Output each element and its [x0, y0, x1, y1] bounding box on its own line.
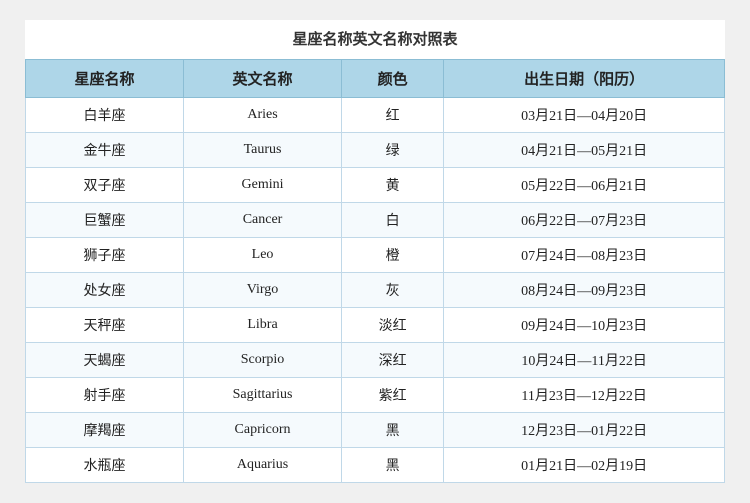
- cell-chinese-name: 巨蟹座: [26, 203, 184, 238]
- cell-english-name: Virgo: [184, 273, 342, 308]
- cell-color: 黄: [342, 168, 444, 203]
- col-header-date: 出生日期（阳历）: [444, 60, 725, 98]
- cell-color: 橙: [342, 238, 444, 273]
- cell-chinese-name: 水瓶座: [26, 448, 184, 483]
- table-row: 白羊座Aries红03月21日—04月20日: [26, 98, 725, 133]
- col-header-english: 英文名称: [184, 60, 342, 98]
- cell-date: 07月24日—08月23日: [444, 238, 725, 273]
- cell-english-name: Libra: [184, 308, 342, 343]
- cell-english-name: Gemini: [184, 168, 342, 203]
- page-title: 星座名称英文名称对照表: [25, 20, 725, 59]
- cell-date: 06月22日—07月23日: [444, 203, 725, 238]
- cell-date: 11月23日—12月22日: [444, 378, 725, 413]
- cell-chinese-name: 双子座: [26, 168, 184, 203]
- table-row: 水瓶座Aquarius黑01月21日—02月19日: [26, 448, 725, 483]
- table-row: 处女座Virgo灰08月24日—09月23日: [26, 273, 725, 308]
- cell-english-name: Leo: [184, 238, 342, 273]
- cell-date: 03月21日—04月20日: [444, 98, 725, 133]
- cell-date: 12月23日—01月22日: [444, 413, 725, 448]
- cell-date: 01月21日—02月19日: [444, 448, 725, 483]
- cell-english-name: Taurus: [184, 133, 342, 168]
- cell-english-name: Capricorn: [184, 413, 342, 448]
- main-container: 星座名称英文名称对照表 星座名称 英文名称 颜色 出生日期（阳历） 白羊座Ari…: [25, 20, 725, 483]
- table-row: 巨蟹座Cancer白06月22日—07月23日: [26, 203, 725, 238]
- cell-chinese-name: 白羊座: [26, 98, 184, 133]
- cell-english-name: Sagittarius: [184, 378, 342, 413]
- cell-english-name: Cancer: [184, 203, 342, 238]
- cell-color: 紫红: [342, 378, 444, 413]
- table-header-row: 星座名称 英文名称 颜色 出生日期（阳历）: [26, 60, 725, 98]
- table-row: 狮子座Leo橙07月24日—08月23日: [26, 238, 725, 273]
- cell-date: 04月21日—05月21日: [444, 133, 725, 168]
- cell-chinese-name: 狮子座: [26, 238, 184, 273]
- cell-date: 08月24日—09月23日: [444, 273, 725, 308]
- col-header-color: 颜色: [342, 60, 444, 98]
- table-row: 天秤座Libra淡红09月24日—10月23日: [26, 308, 725, 343]
- cell-color: 黑: [342, 413, 444, 448]
- cell-color: 黑: [342, 448, 444, 483]
- zodiac-table: 星座名称 英文名称 颜色 出生日期（阳历） 白羊座Aries红03月21日—04…: [25, 59, 725, 483]
- table-row: 射手座Sagittarius紫红11月23日—12月22日: [26, 378, 725, 413]
- cell-date: 05月22日—06月21日: [444, 168, 725, 203]
- cell-date: 10月24日—11月22日: [444, 343, 725, 378]
- cell-color: 深红: [342, 343, 444, 378]
- cell-color: 白: [342, 203, 444, 238]
- cell-chinese-name: 摩羯座: [26, 413, 184, 448]
- table-row: 摩羯座Capricorn黑12月23日—01月22日: [26, 413, 725, 448]
- cell-color: 绿: [342, 133, 444, 168]
- table-row: 天蝎座Scorpio深红10月24日—11月22日: [26, 343, 725, 378]
- cell-english-name: Aries: [184, 98, 342, 133]
- cell-english-name: Aquarius: [184, 448, 342, 483]
- cell-color: 红: [342, 98, 444, 133]
- cell-color: 灰: [342, 273, 444, 308]
- cell-chinese-name: 金牛座: [26, 133, 184, 168]
- cell-color: 淡红: [342, 308, 444, 343]
- cell-date: 09月24日—10月23日: [444, 308, 725, 343]
- col-header-chinese: 星座名称: [26, 60, 184, 98]
- table-row: 双子座Gemini黄05月22日—06月21日: [26, 168, 725, 203]
- cell-chinese-name: 天蝎座: [26, 343, 184, 378]
- cell-english-name: Scorpio: [184, 343, 342, 378]
- cell-chinese-name: 天秤座: [26, 308, 184, 343]
- cell-chinese-name: 射手座: [26, 378, 184, 413]
- cell-chinese-name: 处女座: [26, 273, 184, 308]
- table-row: 金牛座Taurus绿04月21日—05月21日: [26, 133, 725, 168]
